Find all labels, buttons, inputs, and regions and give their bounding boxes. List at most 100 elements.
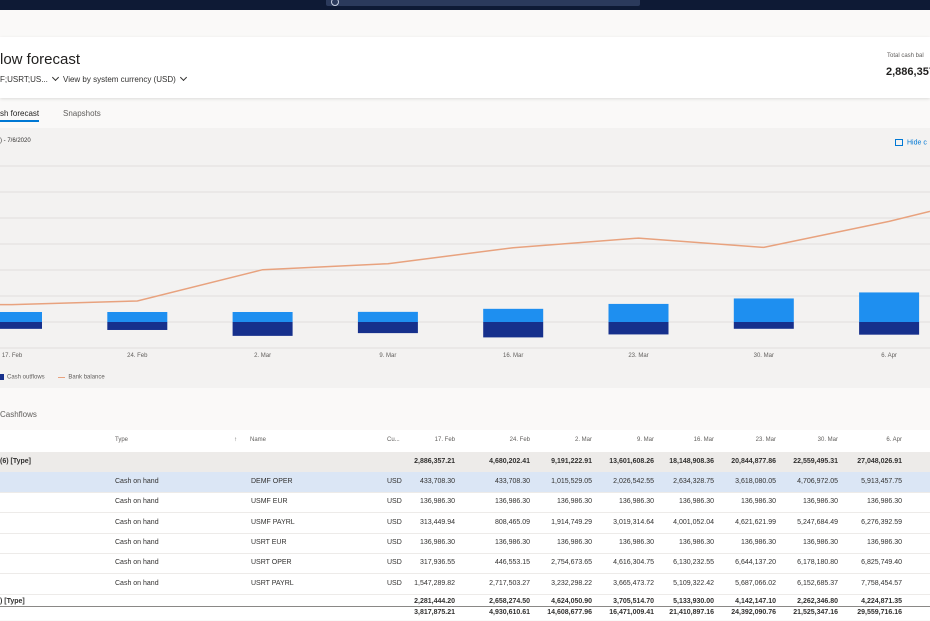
grand-total-cell: 16,471,009.41: [609, 609, 654, 616]
legend-balance: Bank balance: [68, 374, 105, 381]
cell-amount: 3,618,080.05: [735, 478, 776, 485]
cell-amount: 433,708.30: [494, 478, 530, 485]
company-filter-dropdown[interactable]: F;USRT;US...: [0, 73, 59, 84]
cell-amount: 6,130,232.55: [673, 559, 714, 567]
cell-amount: 3,232,298.22: [551, 579, 592, 587]
cell-amount: 808,465.09: [494, 518, 530, 526]
bar-outflow[interactable]: [859, 322, 920, 335]
bar-outflow[interactable]: [733, 322, 794, 329]
group-row-type[interactable]: (6) [Type] 2,886,357.21 4,680,202.41 9,191…: [0, 452, 930, 472]
bank-balance-line[interactable]: [0, 210, 930, 306]
cell-amount: 1,547,289.82: [414, 579, 455, 587]
group-total-cell: 22,559,495.31: [793, 458, 838, 465]
group2-total-cell: 4,142,147.10: [735, 598, 776, 605]
bar-inflow[interactable]: [859, 292, 920, 322]
cell-amount: 1: [896, 498, 930, 505]
group2-total-cell: 2,281,444.20: [414, 598, 455, 605]
tab-snapshots[interactable]: Snapshots: [63, 109, 101, 118]
bar-inflow[interactable]: [733, 298, 794, 322]
bar-outflow[interactable]: [107, 322, 168, 330]
group-total-cell: 2,886,357.21: [414, 458, 455, 465]
cell-amount: 2,754,673.65: [551, 559, 592, 567]
chevron-down-icon: [179, 73, 187, 82]
cell-amount: 136,986.30: [494, 498, 530, 506]
grand-total-cell: 29,559,716.16: [857, 609, 902, 616]
group2-total-cell: 2,658,274.50: [489, 598, 530, 605]
cell-amount: 136,986.30: [866, 538, 902, 546]
cell-amount: 7,9: [896, 478, 930, 485]
cell-amount: 2,634,328.75: [673, 478, 714, 485]
group-total-cell: 32,08: [896, 458, 930, 465]
bar-inflow[interactable]: [232, 312, 293, 322]
table-row[interactable]: Cash on hand USMF EUR USD 136,986.30 136,986…: [0, 492, 930, 514]
cell-type: Cash on hand: [115, 498, 159, 506]
column-header-date[interactable]: 23. Mar: [716, 437, 776, 443]
grand-total-cell: 3,817,875.21: [414, 609, 455, 616]
column-header-date[interactable]: 16. Mar: [654, 437, 714, 443]
cell-amount: 433,708.30: [419, 478, 455, 485]
cell-name: USRT EUR: [251, 538, 287, 546]
cell-amount: 136,986.30: [556, 498, 592, 506]
cell-amount: 446,553.15: [494, 559, 530, 567]
bar-outflow[interactable]: [357, 322, 418, 334]
cell-name: USRT PAYRL: [251, 579, 294, 587]
cell-amount: 6,9: [896, 519, 930, 526]
column-header-date[interactable]: 17. Feb: [395, 437, 455, 443]
table-row[interactable]: Cash on hand USRT OPER USD 317,936.55 446,55…: [0, 553, 930, 575]
currency-view-dropdown[interactable]: View by system currency (USD): [63, 73, 187, 84]
bar-inflow[interactable]: [0, 312, 42, 322]
table-row[interactable]: Cash on hand USRT PAYRL USD 1,547,289.82 2,7…: [0, 574, 930, 595]
grand-total-cell: 36,8: [896, 609, 930, 616]
hide-chart-button[interactable]: Hide c: [895, 139, 927, 146]
column-header-date[interactable]: 24. Feb: [470, 437, 530, 443]
cell-amount: 8,: [896, 580, 930, 587]
table-row[interactable]: Cash on hand USMF PAYRL USD 313,449.94 808,4…: [0, 513, 930, 534]
column-header-name[interactable]: Name: [250, 437, 266, 443]
bar-outflow[interactable]: [0, 322, 42, 329]
currency-view-label: View by system currency (USD): [63, 75, 176, 84]
tab-cash-forecast[interactable]: sh forecast: [0, 109, 40, 122]
grand-total-cell: 4,930,610.61: [489, 609, 530, 616]
cell-amount: 6,: [896, 559, 930, 566]
table-row[interactable]: Cash on hand USRT EUR USD 136,986.30 136,986…: [0, 533, 930, 554]
group-total-cell: 13,601,608.26: [609, 458, 654, 465]
cell-amount: 7,758,454.57: [861, 579, 902, 587]
chevron-down-icon: [51, 73, 59, 82]
search-box[interactable]: [326, 0, 640, 6]
cell-amount: 1,015,529.05: [551, 478, 592, 485]
cell-amount: 136,986.30: [740, 498, 776, 506]
x-tick-label: 30. Mar: [754, 353, 774, 359]
cell-amount: 4,621,621.99: [735, 518, 776, 526]
bar-outflow[interactable]: [608, 322, 669, 335]
column-header-type[interactable]: Type: [115, 437, 128, 443]
column-header-date[interactable]: 2. Mar: [532, 437, 592, 443]
group2-total-cell: 4,224,871.35: [861, 598, 902, 605]
x-tick-label: 17. Feb: [2, 353, 23, 359]
legend-swatch-outflows: [0, 374, 4, 380]
bar-inflow[interactable]: [107, 312, 168, 322]
cell-amount: 5,109,322.42: [673, 579, 714, 587]
bar-inflow[interactable]: [483, 308, 544, 322]
bar-outflow[interactable]: [232, 322, 293, 336]
column-header-date[interactable]: 6. Apr: [842, 437, 902, 443]
group-total-cell: 20,844,877.86: [731, 458, 776, 465]
column-header-date[interactable]: 30. Mar: [778, 437, 838, 443]
bar-inflow[interactable]: [357, 311, 418, 322]
bar-outflow[interactable]: [483, 322, 544, 338]
column-header-date[interactable]: 9. Mar: [594, 437, 654, 443]
cashflow-chart: 17. Feb 24. Feb 2. Mar 9. Mar 16. Mar 23. Mar…: [0, 165, 930, 359]
x-tick-label: 6. Apr: [881, 353, 897, 359]
group2-total-cell: 4,624,050.90: [551, 598, 592, 605]
date-range: ) - 7/6/2020: [0, 138, 31, 144]
sort-up-icon[interactable]: ↑: [234, 437, 237, 443]
grand-total-cell: 14,608,677.96: [547, 609, 592, 616]
cell-amount: 136,986.30: [678, 538, 714, 546]
bar-inflow[interactable]: [608, 303, 669, 322]
chart-legend: Cash outflows Bank balance: [0, 374, 105, 381]
grand-total-cell: 21,410,897.16: [669, 609, 714, 616]
cell-name: DEMF OPER: [251, 478, 293, 485]
cell-amount: 4,001,052.04: [673, 518, 714, 526]
table-row[interactable]: Cash on hand DEMF OPER USD 433,708.30 433,70…: [0, 472, 930, 493]
chart-icon: [895, 139, 903, 146]
cell-amount: 136,986.30: [419, 538, 455, 546]
